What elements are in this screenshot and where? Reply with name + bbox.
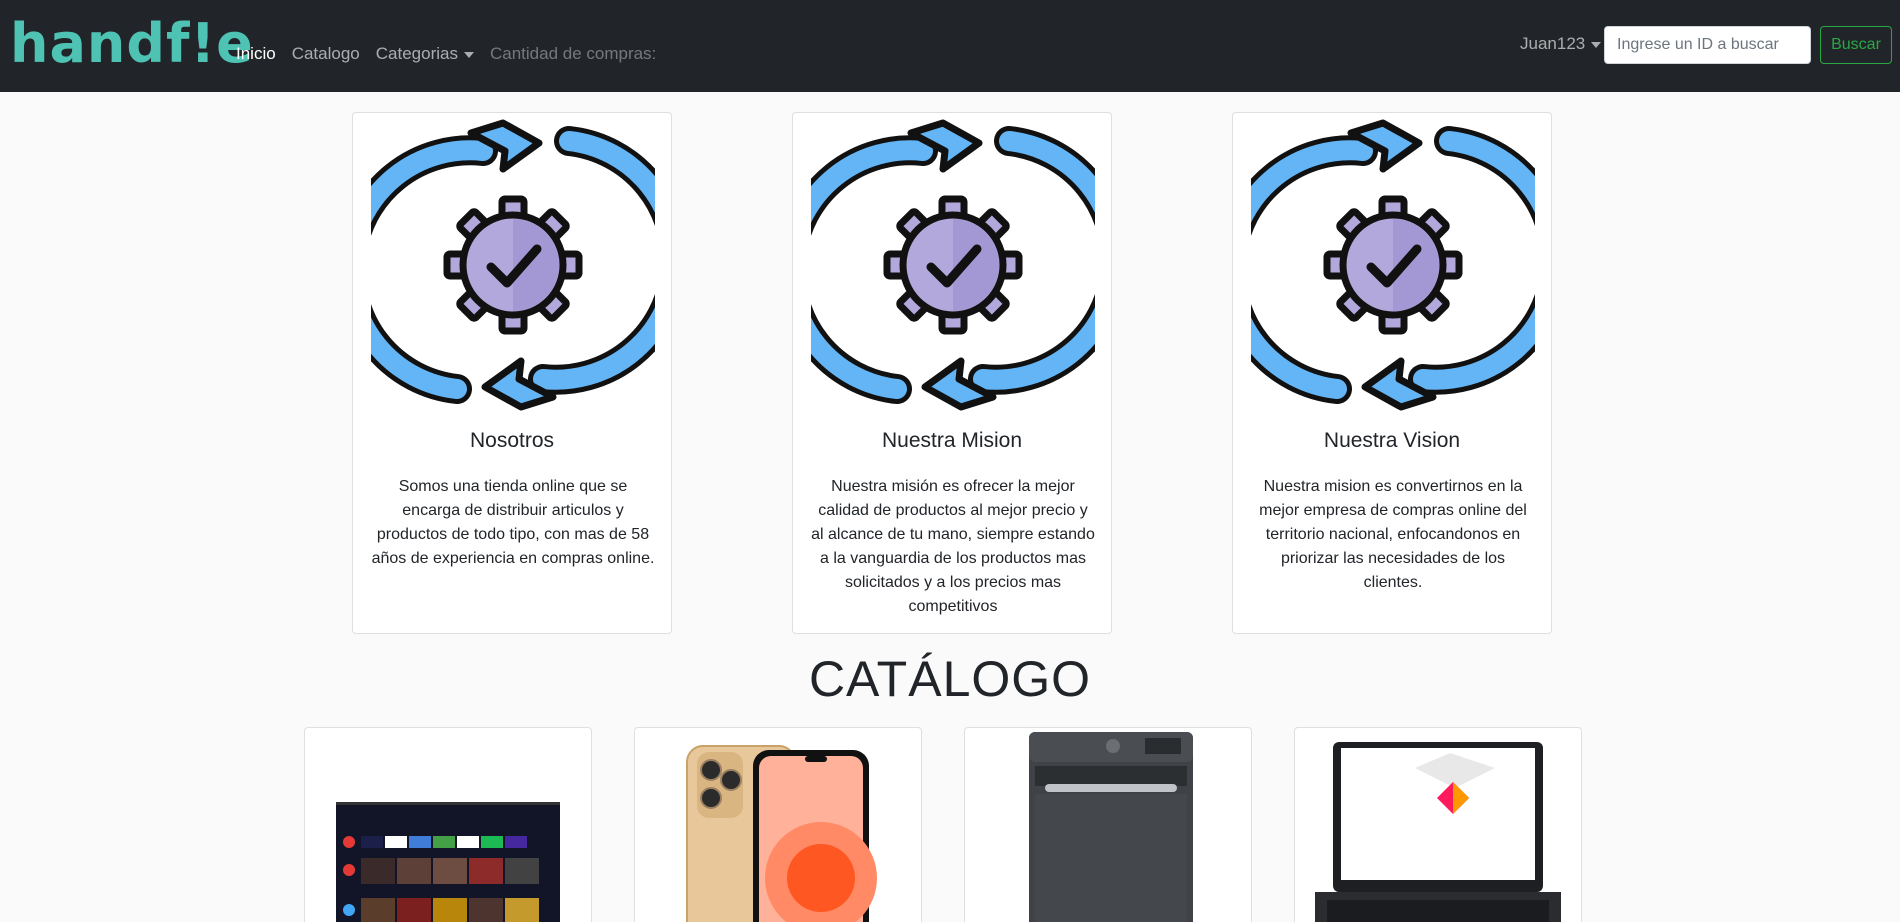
purchases-count-label: Cantidad de compras: <box>489 44 657 63</box>
laptop-image <box>1315 742 1561 922</box>
caret-down-icon <box>463 51 474 58</box>
search-input[interactable] <box>1604 26 1811 64</box>
brand-logo[interactable]: handf!e <box>10 14 254 74</box>
user-name: Juan123 <box>1520 34 1586 53</box>
brand-logo-text: handf!e <box>10 12 254 75</box>
card-text: Nuestra mision es convertirnos en la mej… <box>1259 478 1527 591</box>
card-text: Somos una tienda online que se encarga d… <box>371 478 655 567</box>
top-navbar: handf!e Inicio Catalogo Categorias Canti… <box>0 0 1900 92</box>
caret-down-icon <box>1591 41 1602 48</box>
nav-link-inicio[interactable]: Inicio <box>236 44 276 64</box>
sync-gear-check-icon <box>335 113 691 417</box>
nav-dropdown-categorias-label: Categorias <box>375 44 458 63</box>
washing-machine-image <box>1029 732 1193 922</box>
card-title: Nuestra Vision <box>1323 429 1461 452</box>
smart-tv-image <box>336 802 560 922</box>
card-text: Nuestra misión es ofrecer la mejor calid… <box>811 478 1095 615</box>
sync-gear-check-icon <box>775 113 1131 417</box>
card-title: Nuestra Mision <box>881 429 1023 452</box>
info-card-nosotros: Nosotros Somos una tienda online que se … <box>335 112 691 634</box>
product-card[interactable] <box>304 727 592 922</box>
sync-gear-check-icon <box>1215 113 1571 417</box>
nav-dropdown-categorias[interactable]: Categorias <box>376 44 474 64</box>
product-card[interactable] <box>1294 727 1582 922</box>
info-card-mision: Nuestra Mision Nuestra misión es ofrecer… <box>775 112 1131 634</box>
search-button[interactable]: Buscar <box>1820 26 1892 64</box>
nav-link-catalogo[interactable]: Catalogo <box>292 44 360 64</box>
catalog-heading: CATÁLOGO <box>808 651 1092 707</box>
user-dropdown[interactable]: Juan123 <box>1520 34 1602 54</box>
nav-links: Inicio Catalogo Categorias Cantidad de c… <box>236 44 656 64</box>
info-card-vision: Nuestra Vision Nuestra mision es convert… <box>1215 112 1571 634</box>
product-card[interactable] <box>634 727 922 922</box>
product-card[interactable] <box>964 727 1252 922</box>
card-title: Nosotros <box>469 429 555 452</box>
smartphone-image <box>686 745 877 922</box>
